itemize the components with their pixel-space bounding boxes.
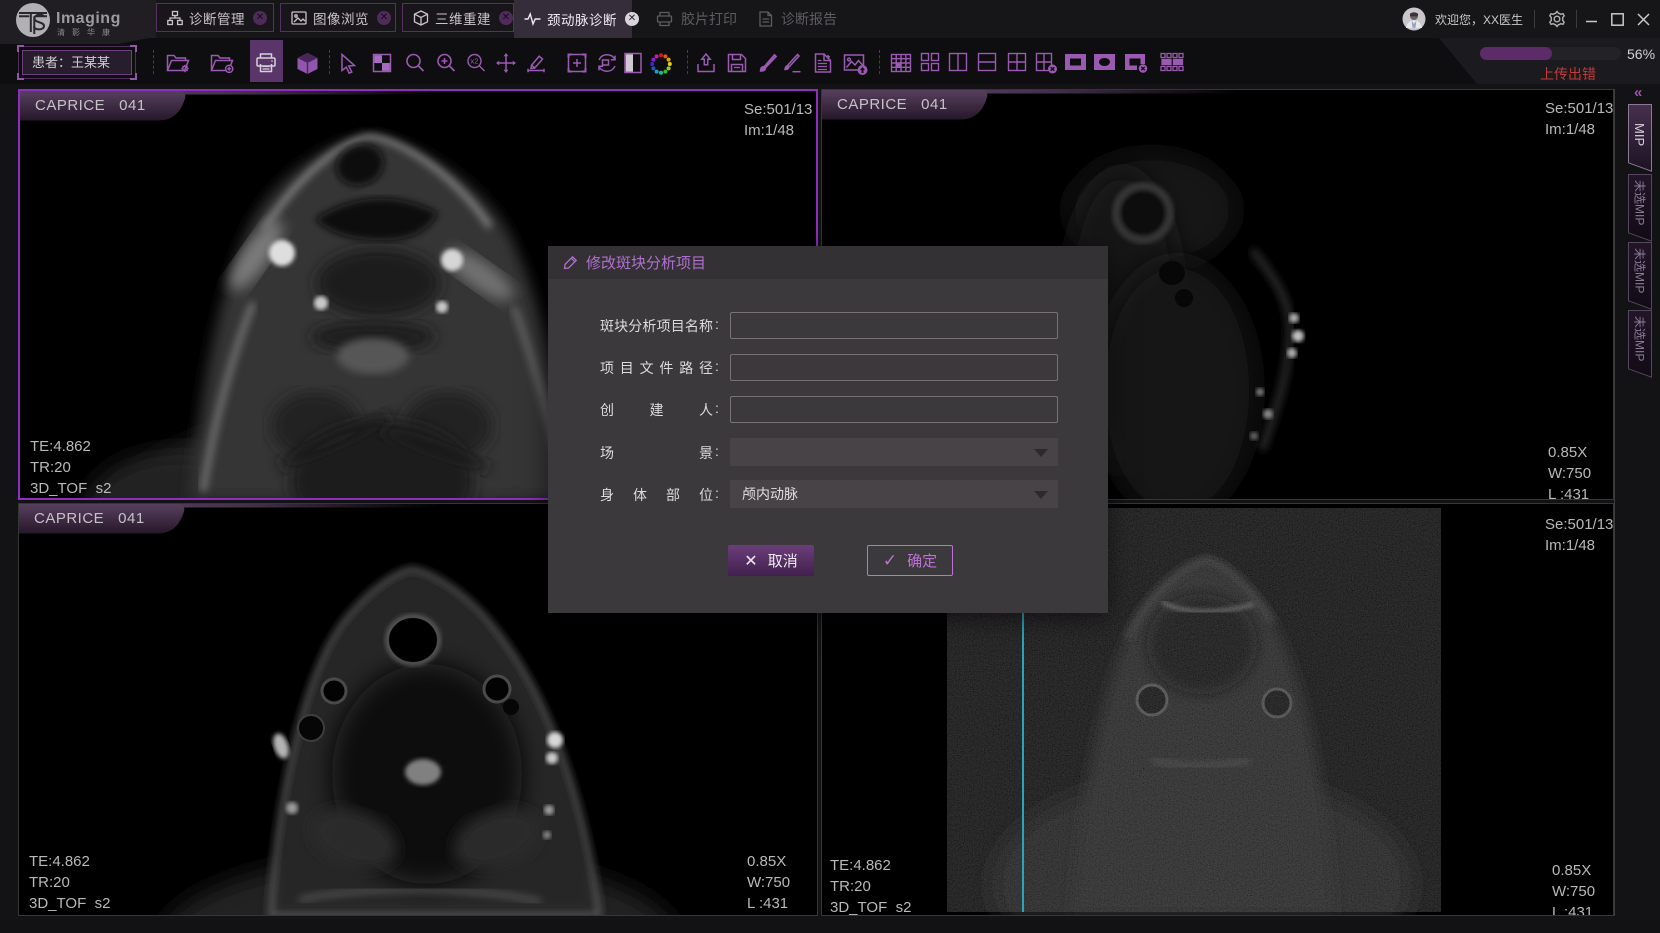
svg-text:未选MIP: 未选MIP bbox=[1633, 316, 1647, 361]
svg-text:未选MIP: 未选MIP bbox=[1633, 248, 1647, 293]
svg-text:MIP: MIP bbox=[1632, 123, 1647, 146]
svg-text:未选MIP: 未选MIP bbox=[1633, 180, 1647, 225]
svg-text:x2: x2 bbox=[471, 57, 479, 66]
